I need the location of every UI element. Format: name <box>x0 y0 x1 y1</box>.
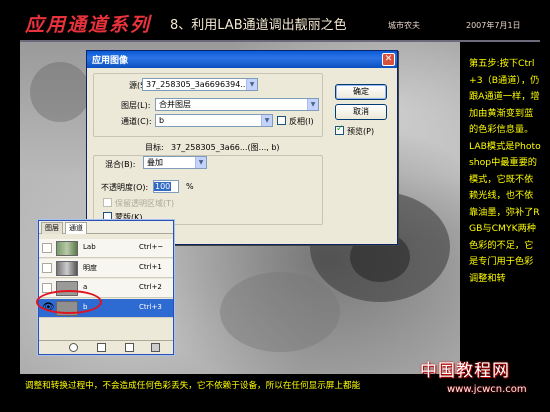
layer-value: 合并图层 <box>159 100 191 109</box>
blend-label: 混合(B): <box>105 160 136 169</box>
channel-name: Lab <box>83 243 96 251</box>
invert-checkbox[interactable] <box>277 116 286 125</box>
panel-toolbar <box>39 340 173 354</box>
instruction-text: 第五步:按下Ctrl+3（B通道），仍跟A通道一样，增加由黄渐变到蓝的色彩信息量… <box>469 56 542 287</box>
chevron-down-icon: ▼ <box>307 99 318 110</box>
cancel-button[interactable]: 取消 <box>335 104 387 120</box>
blend-select[interactable]: 叠加 ▼ <box>143 156 207 169</box>
channel-thumbnail <box>56 241 78 256</box>
channel-label: 通道(C): <box>121 117 152 126</box>
tab-layers[interactable]: 图层 <box>41 222 63 234</box>
invert-label: 反相(I) <box>289 117 314 126</box>
channel-name: a <box>83 283 88 291</box>
watermark-url: www.jcwcn.com <box>447 384 527 395</box>
channel-select[interactable]: b ▼ <box>155 114 273 127</box>
opacity-value: 100 <box>154 182 172 191</box>
chevron-down-icon: ▼ <box>195 157 206 168</box>
photo-mid-region <box>30 62 90 122</box>
opacity-label: 不透明度(O): <box>101 183 149 192</box>
highlight-circle <box>36 290 102 314</box>
channel-shortcut: Ctrl+3 <box>139 303 162 311</box>
layer-select[interactable]: 合并图层 ▼ <box>155 98 319 111</box>
photo-mid-region <box>220 272 340 352</box>
channel-shortcut: Ctrl+1 <box>139 263 162 271</box>
save-selection-icon[interactable] <box>97 343 106 352</box>
new-channel-icon[interactable] <box>125 343 134 352</box>
close-icon[interactable]: ✕ <box>382 53 395 66</box>
source-value: 37_258305_3a6696394... <box>146 80 248 89</box>
target-label: 目标: <box>145 143 164 152</box>
chevron-down-icon: ▼ <box>261 115 272 126</box>
tab-channels[interactable]: 通道 <box>65 222 87 234</box>
load-selection-icon[interactable] <box>69 343 78 352</box>
channel-shortcut: Ctrl+2 <box>139 283 162 291</box>
header-date: 2007年7月1日 <box>466 21 521 30</box>
opacity-unit: % <box>186 182 194 191</box>
preserve-transparency-label: 保留透明区域(T) <box>115 199 175 208</box>
ok-button[interactable]: 确定 <box>335 84 387 100</box>
preview-checkbox[interactable] <box>335 124 344 135</box>
watermark-site-name: 中国教程网 <box>420 361 510 381</box>
blend-value: 叠加 <box>147 158 163 167</box>
preserve-transparency-checkbox[interactable] <box>103 198 112 207</box>
step-text: 第五步:按下Ctrl+3（B通道），仍跟A通道一样，增加由黄渐变到蓝的色彩信息量… <box>469 58 540 135</box>
visibility-toggle[interactable] <box>42 243 52 253</box>
channel-name: 明度 <box>83 264 97 272</box>
channel-value: b <box>159 116 165 125</box>
dialog-titlebar[interactable]: 应用图像 ✕ <box>87 51 397 68</box>
channel-row-lab[interactable]: Lab Ctrl+~ <box>39 239 173 258</box>
channel-thumbnail <box>56 261 78 276</box>
header-subtitle: 8、利用LAB通道调出靓丽之色 <box>170 18 347 33</box>
header-author: 城市农夫 <box>388 21 420 30</box>
lab-note-text: LAB模式是Photoshop中最重要的模式，它既不依赖光线，也不依靠油墨，弥补… <box>469 140 541 284</box>
preview-label: 预览(P) <box>347 127 375 136</box>
header-title: 应用通道系列 <box>25 14 152 36</box>
opacity-input[interactable]: 100 <box>153 180 179 193</box>
channels-panel: 图层 通道 Lab Ctrl+~ 明度 Ctrl+1 a Ctrl+2 👁 b … <box>38 220 174 355</box>
channel-shortcut: Ctrl+~ <box>139 243 164 251</box>
target-value: 37_258305_3a66...(图..., b) <box>171 143 280 152</box>
layer-label: 图层(L): <box>121 101 151 110</box>
dialog-title: 应用图像 <box>92 56 129 66</box>
bottom-caption: 调整和转换过程中，不会造成任何色彩丢失，它不依赖于设备，所以在任何显示屏上都能 <box>25 381 361 391</box>
source-select[interactable]: 37_258305_3a6696394... ▼ <box>142 78 258 91</box>
apply-image-dialog: 应用图像 ✕ 源(S): 37_258305_3a6696394... ▼ 图层… <box>86 50 398 245</box>
visibility-toggle[interactable] <box>42 263 52 273</box>
channel-row-lightness[interactable]: 明度 Ctrl+1 <box>39 259 173 278</box>
panel-tabs: 图层 通道 <box>39 221 173 234</box>
trash-icon[interactable] <box>151 343 160 352</box>
chevron-down-icon: ▼ <box>246 79 257 90</box>
